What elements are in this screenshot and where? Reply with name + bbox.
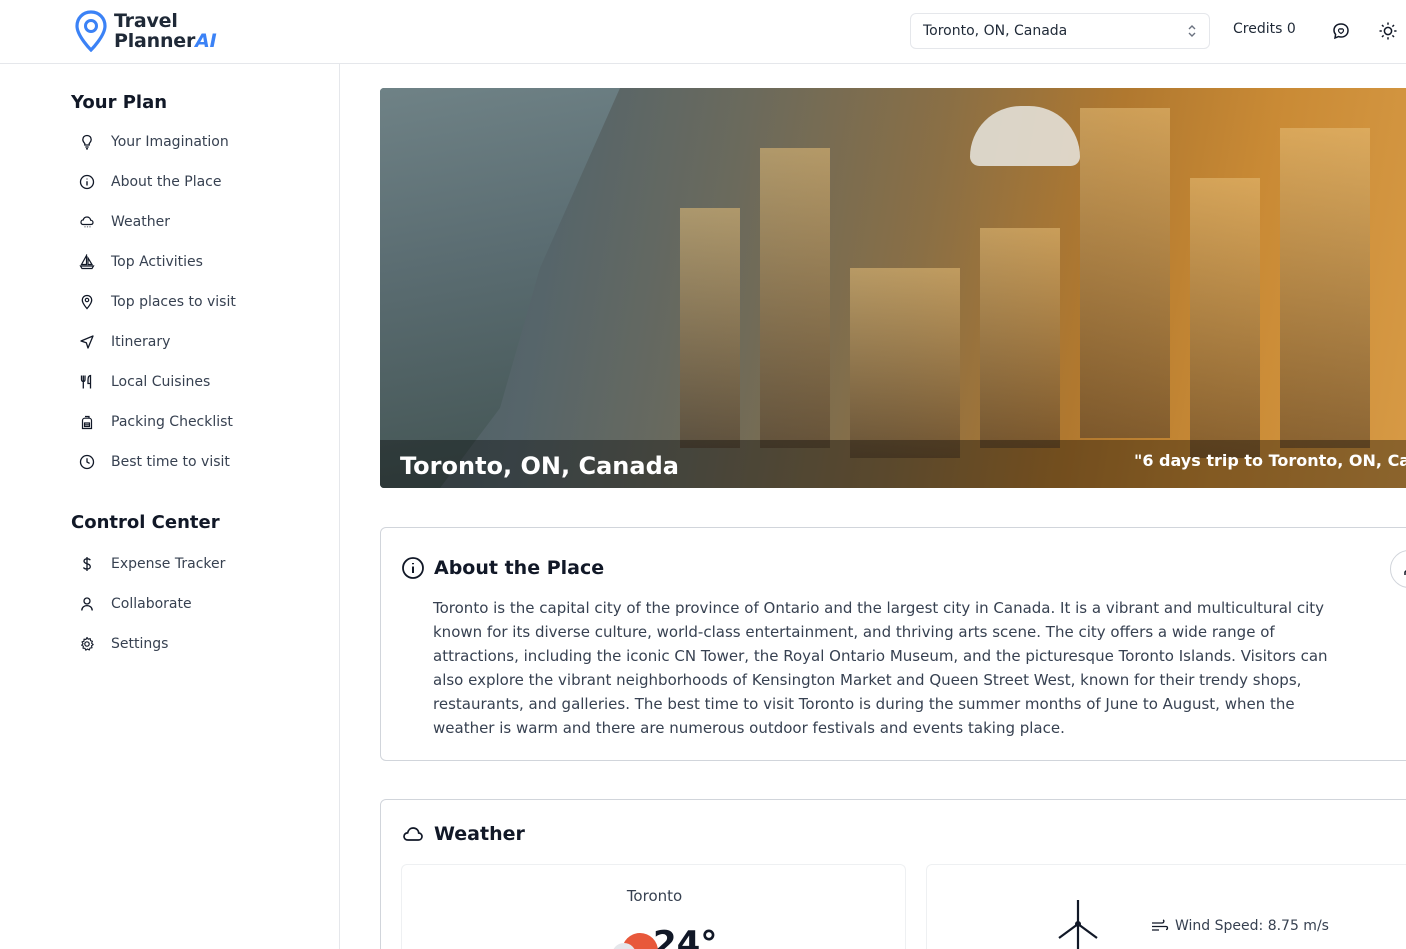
utensils-icon	[78, 373, 96, 391]
building	[980, 228, 1060, 448]
sidebar-item-collaborate[interactable]: Collaborate	[78, 592, 192, 616]
brand-name: Travel PlannerAI	[114, 11, 217, 51]
about-description: Toronto is the capital city of the provi…	[433, 599, 1328, 737]
sidebar-item-itinerary[interactable]: Itinerary	[78, 330, 170, 354]
building	[850, 268, 960, 458]
place-select-value: Toronto, ON, Canada	[923, 23, 1068, 39]
sidebar-item-about-the-place[interactable]: About the Place	[78, 170, 222, 194]
sidebar-item-settings[interactable]: Settings	[78, 632, 168, 656]
sidebar-item-packing-checklist[interactable]: Packing Checklist	[78, 410, 233, 434]
sidebar-item-top-activities[interactable]: Top Activities	[78, 250, 203, 274]
wind-icon	[1152, 919, 1169, 931]
building	[1080, 108, 1170, 438]
sidebar-item-best-time[interactable]: Best time to visit	[78, 450, 230, 474]
building	[1190, 178, 1260, 458]
info-icon	[78, 173, 96, 191]
your-plan-heading: Your Plan	[71, 92, 168, 113]
sidebar-item-top-places[interactable]: Top places to visit	[78, 290, 236, 314]
pencil-icon	[1404, 569, 1406, 575]
sidebar-item-label: Itinerary	[111, 334, 171, 350]
building	[1280, 128, 1370, 448]
weather-city: Toronto	[626, 887, 683, 905]
gear-icon	[78, 635, 96, 653]
credits-button[interactable]: Credits 0	[1233, 21, 1296, 37]
brand-ai: AI	[195, 30, 217, 52]
brand-line2: Planner	[114, 30, 196, 52]
sidebar-item-label: Best time to visit	[111, 454, 230, 470]
chat-icon[interactable]	[1331, 21, 1351, 41]
sidebar-item-your-imagination[interactable]: Your Imagination	[78, 130, 229, 154]
weather-temperature: 24°	[653, 924, 718, 949]
wind-speed-label: Wind Speed: 8.75 m/s	[1175, 918, 1329, 934]
map-pin-logo-icon	[75, 10, 107, 52]
user-icon	[78, 595, 96, 613]
weather-card-header: Weather	[401, 822, 525, 846]
navigation-icon	[78, 333, 96, 351]
sidebar-item-label: Collaborate	[111, 596, 192, 612]
sidebar: Your Plan Your Imagination About the Pla…	[0, 64, 340, 949]
clock-icon	[78, 453, 96, 471]
wind-turbine-icon	[1058, 900, 1098, 949]
hero-image: Toronto, ON, Canada "6 days trip to Toro…	[380, 88, 1406, 488]
sidebar-item-label: Local Cuisines	[111, 374, 211, 390]
dollar-icon	[78, 555, 96, 573]
control-center-heading: Control Center	[71, 512, 220, 533]
wind-speed: Wind Speed: 8.75 m/s	[1151, 918, 1329, 934]
sidebar-item-label: Your Imagination	[111, 134, 229, 150]
map-pin-icon	[78, 293, 96, 311]
sidebar-item-label: Packing Checklist	[111, 414, 233, 430]
weather-wind-panel	[926, 864, 1406, 949]
brand-logo[interactable]: Travel PlannerAI	[74, 10, 217, 52]
chevron-up-down-icon	[1188, 25, 1196, 37]
sidebar-item-label: Weather	[111, 214, 170, 230]
place-select[interactable]: Toronto, ON, Canada	[910, 13, 1210, 49]
cloud-rain-icon	[78, 213, 96, 231]
top-header: Travel PlannerAI Toronto, ON, Canada Cre…	[0, 0, 1406, 64]
building	[680, 208, 740, 448]
backpack-icon	[78, 413, 96, 431]
cloud-icon	[403, 827, 423, 841]
weather-title: Weather	[434, 823, 525, 845]
weather-card: Weather Toronto 24° Wind Speed: 8.75 m/s	[380, 799, 1406, 949]
sailboat-icon	[78, 253, 96, 271]
brand-line1: Travel	[114, 10, 178, 32]
lightbulb-icon	[78, 133, 96, 151]
about-card: About the Place Toronto is the capital c…	[380, 527, 1406, 761]
sidebar-item-label: Expense Tracker	[111, 556, 226, 572]
hero-title: Toronto, ON, Canada	[400, 452, 679, 480]
sidebar-item-label: About the Place	[111, 174, 222, 190]
sidebar-item-expense-tracker[interactable]: Expense Tracker	[78, 552, 225, 576]
sun-icon[interactable]	[1378, 21, 1398, 41]
sidebar-item-local-cuisines[interactable]: Local Cuisines	[78, 370, 210, 394]
edit-button[interactable]	[1390, 550, 1406, 588]
sidebar-item-label: Settings	[111, 636, 169, 652]
sidebar-item-label: Top Activities	[111, 254, 203, 270]
about-card-header: About the Place	[401, 556, 604, 580]
hero-trip-summary: "6 days trip to Toronto, ON, Canada	[1134, 451, 1406, 470]
sidebar-item-weather[interactable]: Weather	[78, 210, 170, 234]
info-icon	[402, 557, 424, 579]
building	[760, 148, 830, 448]
sidebar-item-label: Top places to visit	[111, 294, 236, 310]
about-title: About the Place	[434, 557, 605, 579]
